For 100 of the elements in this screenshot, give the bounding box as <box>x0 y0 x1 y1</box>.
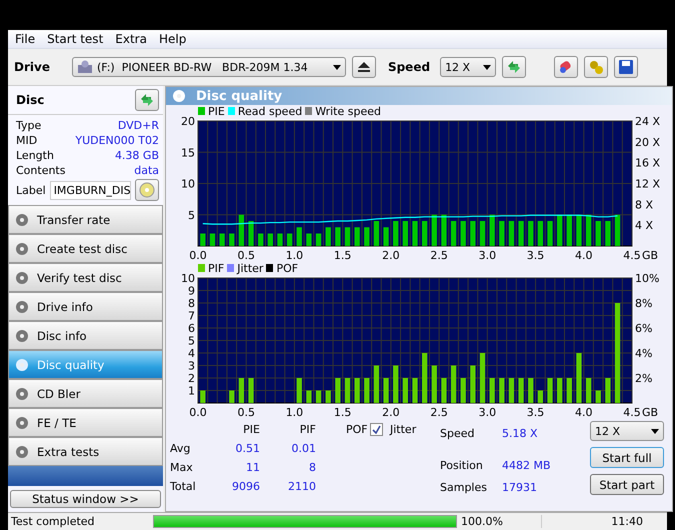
speed-dropdown[interactable]: 12 X <box>440 57 496 77</box>
start-button[interactable]: Start full <box>590 447 664 468</box>
field-value: YUDEN000 T02 <box>75 134 159 147</box>
gears-icon <box>588 59 604 75</box>
bar <box>470 221 476 246</box>
bar <box>422 221 428 246</box>
row-label: Total <box>170 480 197 493</box>
nav-button[interactable]: Verify test disc <box>8 263 163 292</box>
axis-label: 7 <box>188 310 195 322</box>
disc-button[interactable] <box>135 179 159 201</box>
stat-value: 9096 <box>231 480 260 493</box>
erase-button[interactable] <box>554 56 578 78</box>
disc-title: Disc <box>16 93 44 107</box>
refresh-disc-button[interactable] <box>135 89 159 111</box>
axis-label: 1.5 <box>334 406 352 419</box>
nav-button[interactable]: CD Bler <box>8 379 163 408</box>
caret-icon <box>651 428 659 434</box>
bar <box>508 221 514 246</box>
info-label: Samples <box>440 481 488 495</box>
status-window-button[interactable]: Status window >> <box>10 490 161 508</box>
elapsed-time: 11:40 <box>611 515 644 528</box>
nav-button[interactable]: FE / TE <box>8 408 163 437</box>
menu-item[interactable]: Extra <box>110 32 152 46</box>
axis-label: 2% <box>635 372 652 385</box>
floppy-icon <box>619 60 634 74</box>
bar <box>335 378 340 403</box>
nav-button[interactable]: Create test disc <box>8 234 163 263</box>
bar <box>528 221 534 246</box>
field-value: DVD+R <box>118 119 159 132</box>
drive-dropdown[interactable]: (F:) PIONEER BD-RW BDR-209M 1.34 <box>72 57 346 77</box>
bar <box>286 234 292 246</box>
disc-icon <box>15 416 29 430</box>
refresh-button[interactable] <box>502 56 526 78</box>
field-value: data <box>134 164 159 177</box>
legend-label: Jitter <box>237 262 264 274</box>
axis-label: 4.0 <box>575 406 593 419</box>
bar <box>354 227 360 246</box>
info-label: Speed <box>440 427 476 441</box>
bar <box>566 378 572 403</box>
axis-label: 3.0 <box>478 406 496 419</box>
disc-icon <box>139 182 155 198</box>
bar <box>229 234 234 246</box>
axis-label: 0.0 <box>189 406 207 419</box>
column-header: POF <box>345 423 369 436</box>
disc-icon <box>15 328 29 342</box>
bar <box>441 214 447 246</box>
bar <box>277 234 283 246</box>
field-label: MID <box>16 134 38 147</box>
jitter-checkbox[interactable] <box>370 423 383 436</box>
nav-button[interactable]: Drive info <box>8 292 163 321</box>
bar <box>596 390 601 403</box>
drive-label: Drive <box>14 60 50 74</box>
menu-item[interactable]: Start test <box>42 32 108 46</box>
bar <box>393 221 398 246</box>
bar <box>566 214 572 246</box>
nav-button[interactable]: Transfer rate <box>8 205 163 234</box>
bar <box>557 214 562 246</box>
bar <box>383 227 389 246</box>
disc-icon <box>15 242 29 256</box>
menu-item[interactable]: File <box>10 32 40 46</box>
start-button[interactable]: Start part <box>590 474 664 495</box>
label-field[interactable]: IMGBURN_DIS <box>50 180 131 200</box>
axis-label: 6 <box>188 322 195 335</box>
bar <box>326 390 331 403</box>
axis-label: 6% <box>635 322 652 335</box>
save-button[interactable] <box>614 56 638 78</box>
bar <box>490 214 495 246</box>
bar <box>576 214 582 246</box>
bar <box>499 221 504 246</box>
nav-button[interactable]: Extra tests <box>8 437 163 466</box>
field-label: Type <box>16 119 42 132</box>
axis-label: 8 <box>188 297 195 310</box>
axis-label: 1.5 <box>334 249 352 262</box>
caret-icon <box>332 64 341 70</box>
axis-label: 24 X <box>635 117 660 128</box>
bar <box>306 390 312 403</box>
axis-label: 20 X <box>635 136 660 149</box>
menu-item[interactable]: Help <box>154 32 192 46</box>
bar <box>450 221 456 246</box>
disc-icon <box>15 270 29 284</box>
nav-button[interactable]: Disc info <box>8 321 163 350</box>
bar <box>470 366 476 403</box>
bar <box>596 221 601 246</box>
speed-label: Speed <box>388 60 430 74</box>
panel-title: Disc quality <box>166 87 672 105</box>
row-label: Avg <box>170 442 192 455</box>
axis-label: 4.5 <box>623 249 641 262</box>
eject-button[interactable] <box>352 56 376 78</box>
bar <box>557 378 562 403</box>
axis-label: 2.0 <box>382 249 400 262</box>
legend-label: PIF <box>208 262 224 274</box>
bar <box>586 214 592 246</box>
speed-dropdown[interactable]: 12 X <box>590 421 664 441</box>
legend-label: POF <box>276 262 298 274</box>
disc-icon <box>15 212 29 226</box>
settings-button[interactable] <box>584 56 608 78</box>
disc-icon <box>15 358 29 372</box>
bar <box>229 390 234 403</box>
disc-icon <box>15 300 29 314</box>
bar <box>248 221 254 246</box>
